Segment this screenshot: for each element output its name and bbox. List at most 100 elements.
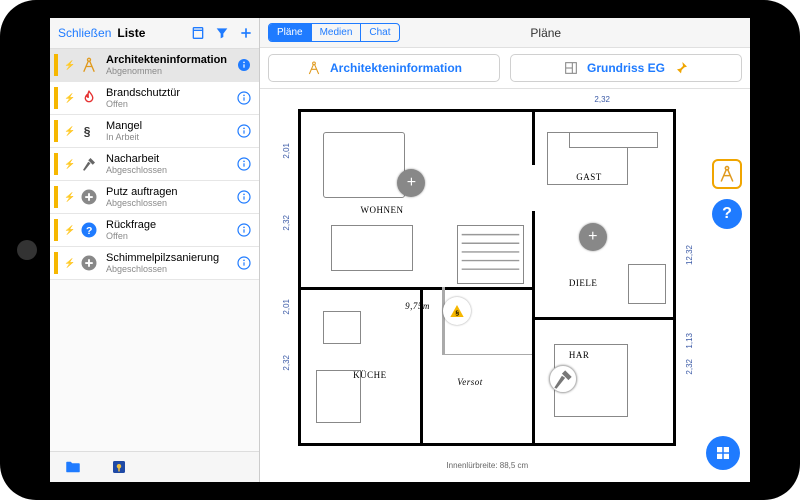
segment-pläne[interactable]: Pläne <box>269 24 311 41</box>
status-marker <box>54 120 58 142</box>
plan-outline: WOHNEN GAST DIELE KÜCHE HAR 9,75m Versot <box>298 109 676 446</box>
dim-left-a2: 2,01 <box>282 299 291 315</box>
status-marker <box>54 252 58 274</box>
sidebar-list: ⚡ArchitekteninformationAbgenommen⚡Brands… <box>50 49 259 451</box>
status-marker <box>54 87 58 109</box>
bolt-icon: ⚡ <box>64 225 72 236</box>
item-label: Nacharbeit <box>106 153 229 165</box>
map-pin-icon[interactable] <box>110 458 128 476</box>
filter-icon[interactable] <box>213 24 231 42</box>
list-item[interactable]: ⚡ArchitekteninformationAbgenommen <box>50 49 259 82</box>
plus-icon <box>78 186 100 208</box>
dim-right-a: 1,13 <box>685 333 694 349</box>
item-status: Abgeschlossen <box>106 264 229 274</box>
item-label: Brandschutztür <box>106 87 229 99</box>
grid-fab[interactable] <box>706 436 740 470</box>
close-button[interactable]: Schließen <box>58 26 111 40</box>
chip-grundriss[interactable]: Grundriss EG <box>510 54 742 82</box>
bolt-icon: ⚡ <box>64 258 72 269</box>
status-marker <box>54 186 58 208</box>
list-item[interactable]: ⚡ Putz auftragenAbgeschlossen <box>50 181 259 214</box>
list-item[interactable]: ⚡ BrandschutztürOffen <box>50 82 259 115</box>
info-icon[interactable] <box>235 89 253 107</box>
status-marker <box>54 54 58 76</box>
segmented-control: PläneMedienChat <box>268 23 400 42</box>
plan-annot: 9,75m <box>405 301 430 311</box>
flame-icon <box>78 87 100 109</box>
floating-toolbar: ? <box>712 159 742 229</box>
svg-text:§: § <box>84 125 91 139</box>
sidebar: Schließen Liste ⚡ArchitekteninformationA… <box>50 18 260 482</box>
dim-left-a: 2,01 <box>282 143 291 159</box>
item-label: Schimmelpilzsanierung <box>106 252 229 264</box>
paragraph-icon: § <box>78 120 100 142</box>
item-status: Offen <box>106 99 229 109</box>
item-status: Abgeschlossen <box>106 165 229 175</box>
dim-right-b: 2,32 <box>685 359 694 375</box>
item-label: Mangel <box>106 120 229 132</box>
room-kueche: KÜCHE <box>353 370 387 380</box>
room-wohnen: WOHNEN <box>361 205 404 215</box>
status-marker <box>54 153 58 175</box>
list-item[interactable]: ⚡ NacharbeitAbgeschlossen <box>50 148 259 181</box>
tool-compass[interactable] <box>712 159 742 189</box>
tablet-home-button <box>17 240 37 260</box>
bolt-icon: ⚡ <box>64 159 72 170</box>
sidebar-title: Liste <box>117 26 145 40</box>
bolt-icon: ⚡ <box>64 93 72 104</box>
list-item[interactable]: ⚡? RückfrageOffen <box>50 214 259 247</box>
plan-marker-plus[interactable]: + <box>579 223 607 251</box>
item-label: Putz auftragen <box>106 186 229 198</box>
dim-left-b2: 2,32 <box>282 355 291 371</box>
room-gast: GAST <box>576 172 602 182</box>
main-header: PläneMedienChat Pläne <box>260 18 750 48</box>
info-icon[interactable] <box>235 221 253 239</box>
svg-text:§: § <box>455 310 459 317</box>
room-diele: DIELE <box>569 278 598 288</box>
info-icon[interactable] <box>235 188 253 206</box>
sidebar-header: Schließen Liste <box>50 18 259 49</box>
item-label: Architekteninformation <box>106 54 229 66</box>
chip-architekteninfo[interactable]: Architekteninformation <box>268 54 500 82</box>
bolt-icon: ⚡ <box>64 126 72 137</box>
plan-footnote: Innenlürbreite: 88,5 cm <box>446 461 528 470</box>
info-icon[interactable] <box>235 56 253 74</box>
item-label: Rückfrage <box>106 219 229 231</box>
info-icon[interactable] <box>235 155 253 173</box>
plan-marker-hammer[interactable] <box>549 365 577 393</box>
pin-icon <box>673 60 689 76</box>
plus-icon <box>78 252 100 274</box>
folder-icon[interactable] <box>64 458 82 476</box>
dim-left-b: 2,32 <box>282 215 291 231</box>
chip-label: Architekteninformation <box>330 61 462 75</box>
plan-chips: Architekteninformation Grundriss EG <box>260 48 750 89</box>
archive-icon[interactable] <box>189 24 207 42</box>
main-area: PläneMedienChat Pläne Architekteninforma… <box>260 18 750 482</box>
add-icon[interactable] <box>237 24 255 42</box>
item-status: Abgeschlossen <box>106 198 229 208</box>
item-status: Abgenommen <box>106 66 229 76</box>
main-title: Pläne <box>410 26 742 40</box>
list-item[interactable]: ⚡ § MangelIn Arbeit <box>50 115 259 148</box>
info-icon[interactable] <box>235 254 253 272</box>
question-icon: ? <box>78 219 100 241</box>
item-status: Offen <box>106 231 229 241</box>
plan-canvas[interactable]: WOHNEN GAST DIELE KÜCHE HAR 9,75m Versot… <box>260 89 750 482</box>
segment-medien[interactable]: Medien <box>311 24 361 41</box>
dim-right-total: 12,32 <box>685 245 694 265</box>
compass-icon <box>306 60 322 76</box>
plan-annot2: Versot <box>457 377 483 387</box>
compass-icon <box>78 54 100 76</box>
hammer-icon <box>78 153 100 175</box>
bolt-icon: ⚡ <box>64 192 72 203</box>
info-icon[interactable] <box>235 122 253 140</box>
sidebar-footer <box>50 451 259 482</box>
room-har: HAR <box>569 350 590 360</box>
tool-help[interactable]: ? <box>712 199 742 229</box>
dim-top-right: 2,32 <box>594 95 610 104</box>
segment-chat[interactable]: Chat <box>360 24 398 41</box>
status-marker <box>54 219 58 241</box>
plan-marker-warn[interactable]: § <box>443 297 471 325</box>
item-status: In Arbeit <box>106 132 229 142</box>
list-item[interactable]: ⚡ SchimmelpilzsanierungAbgeschlossen <box>50 247 259 280</box>
